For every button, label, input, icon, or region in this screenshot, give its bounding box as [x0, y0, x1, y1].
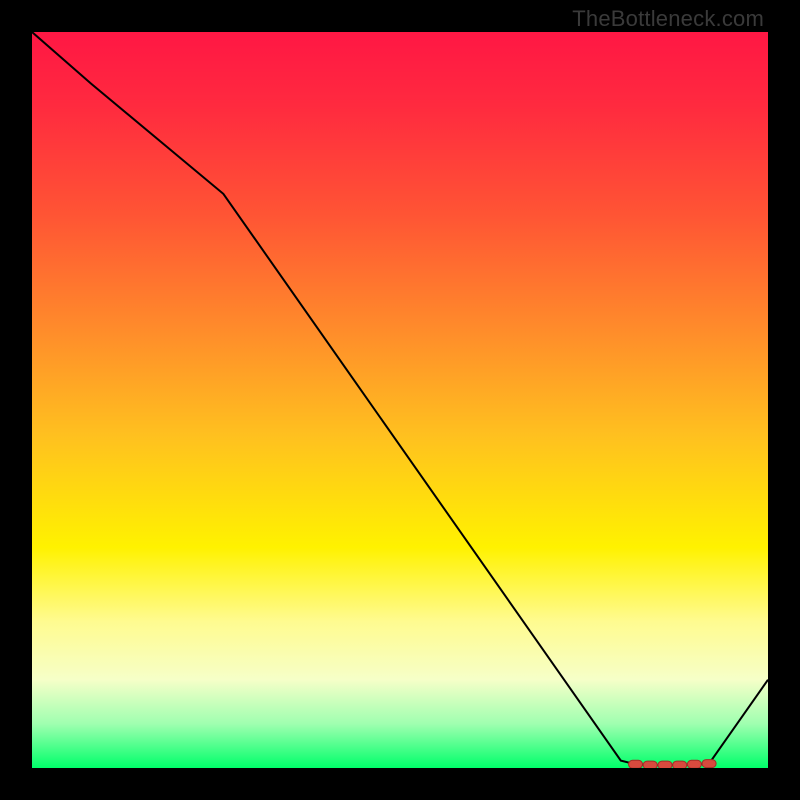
- chart-stage: TheBottleneck.com: [0, 0, 800, 800]
- marker-point: [643, 761, 657, 768]
- series-line: [32, 32, 768, 765]
- chart-svg: [32, 32, 768, 768]
- marker-point: [629, 760, 643, 768]
- marker-point: [673, 761, 687, 768]
- marker-point: [687, 760, 701, 768]
- marker-point: [702, 760, 716, 768]
- bottom-marker-cluster: [629, 760, 717, 768]
- marker-point: [658, 761, 672, 768]
- plot-area: [32, 32, 768, 768]
- watermark-text: TheBottleneck.com: [572, 6, 764, 32]
